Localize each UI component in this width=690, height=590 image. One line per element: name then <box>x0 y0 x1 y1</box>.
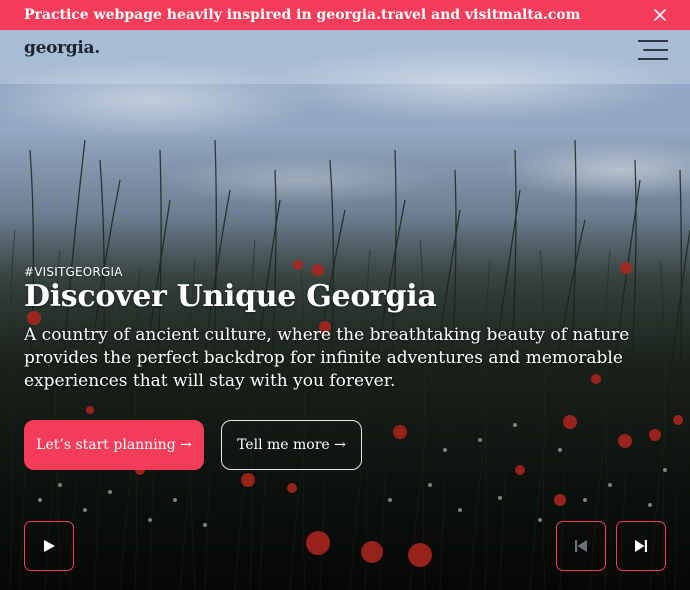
site-header: georgia. <box>0 30 690 84</box>
hero-eyebrow: #VISITGEORGIA <box>24 265 123 279</box>
hero-content: #VISITGEORGIA Discover Unique Georgia A … <box>24 265 664 393</box>
next-slide-button[interactable] <box>616 521 666 571</box>
announcement-banner: Practice webpage heavily inspired in geo… <box>0 0 690 30</box>
skip-next-icon <box>635 540 647 552</box>
page: Practice webpage heavily inspired in geo… <box>0 0 690 590</box>
tell-me-more-button[interactable]: Tell me more → <box>221 420 362 470</box>
hamburger-menu-icon[interactable] <box>638 40 668 60</box>
play-icon <box>44 540 55 552</box>
start-planning-button[interactable]: Let’s start planning → <box>24 420 204 470</box>
play-button[interactable] <box>24 521 74 571</box>
hero-description: A country of ancient culture, where the … <box>24 325 630 391</box>
logo[interactable]: georgia. <box>24 38 100 58</box>
hero-title: Discover Unique Georgia <box>24 279 437 314</box>
previous-slide-button[interactable] <box>556 521 606 571</box>
banner-text: Practice webpage heavily inspired in geo… <box>24 7 581 23</box>
close-icon[interactable] <box>652 7 668 23</box>
skip-previous-icon <box>575 540 587 552</box>
